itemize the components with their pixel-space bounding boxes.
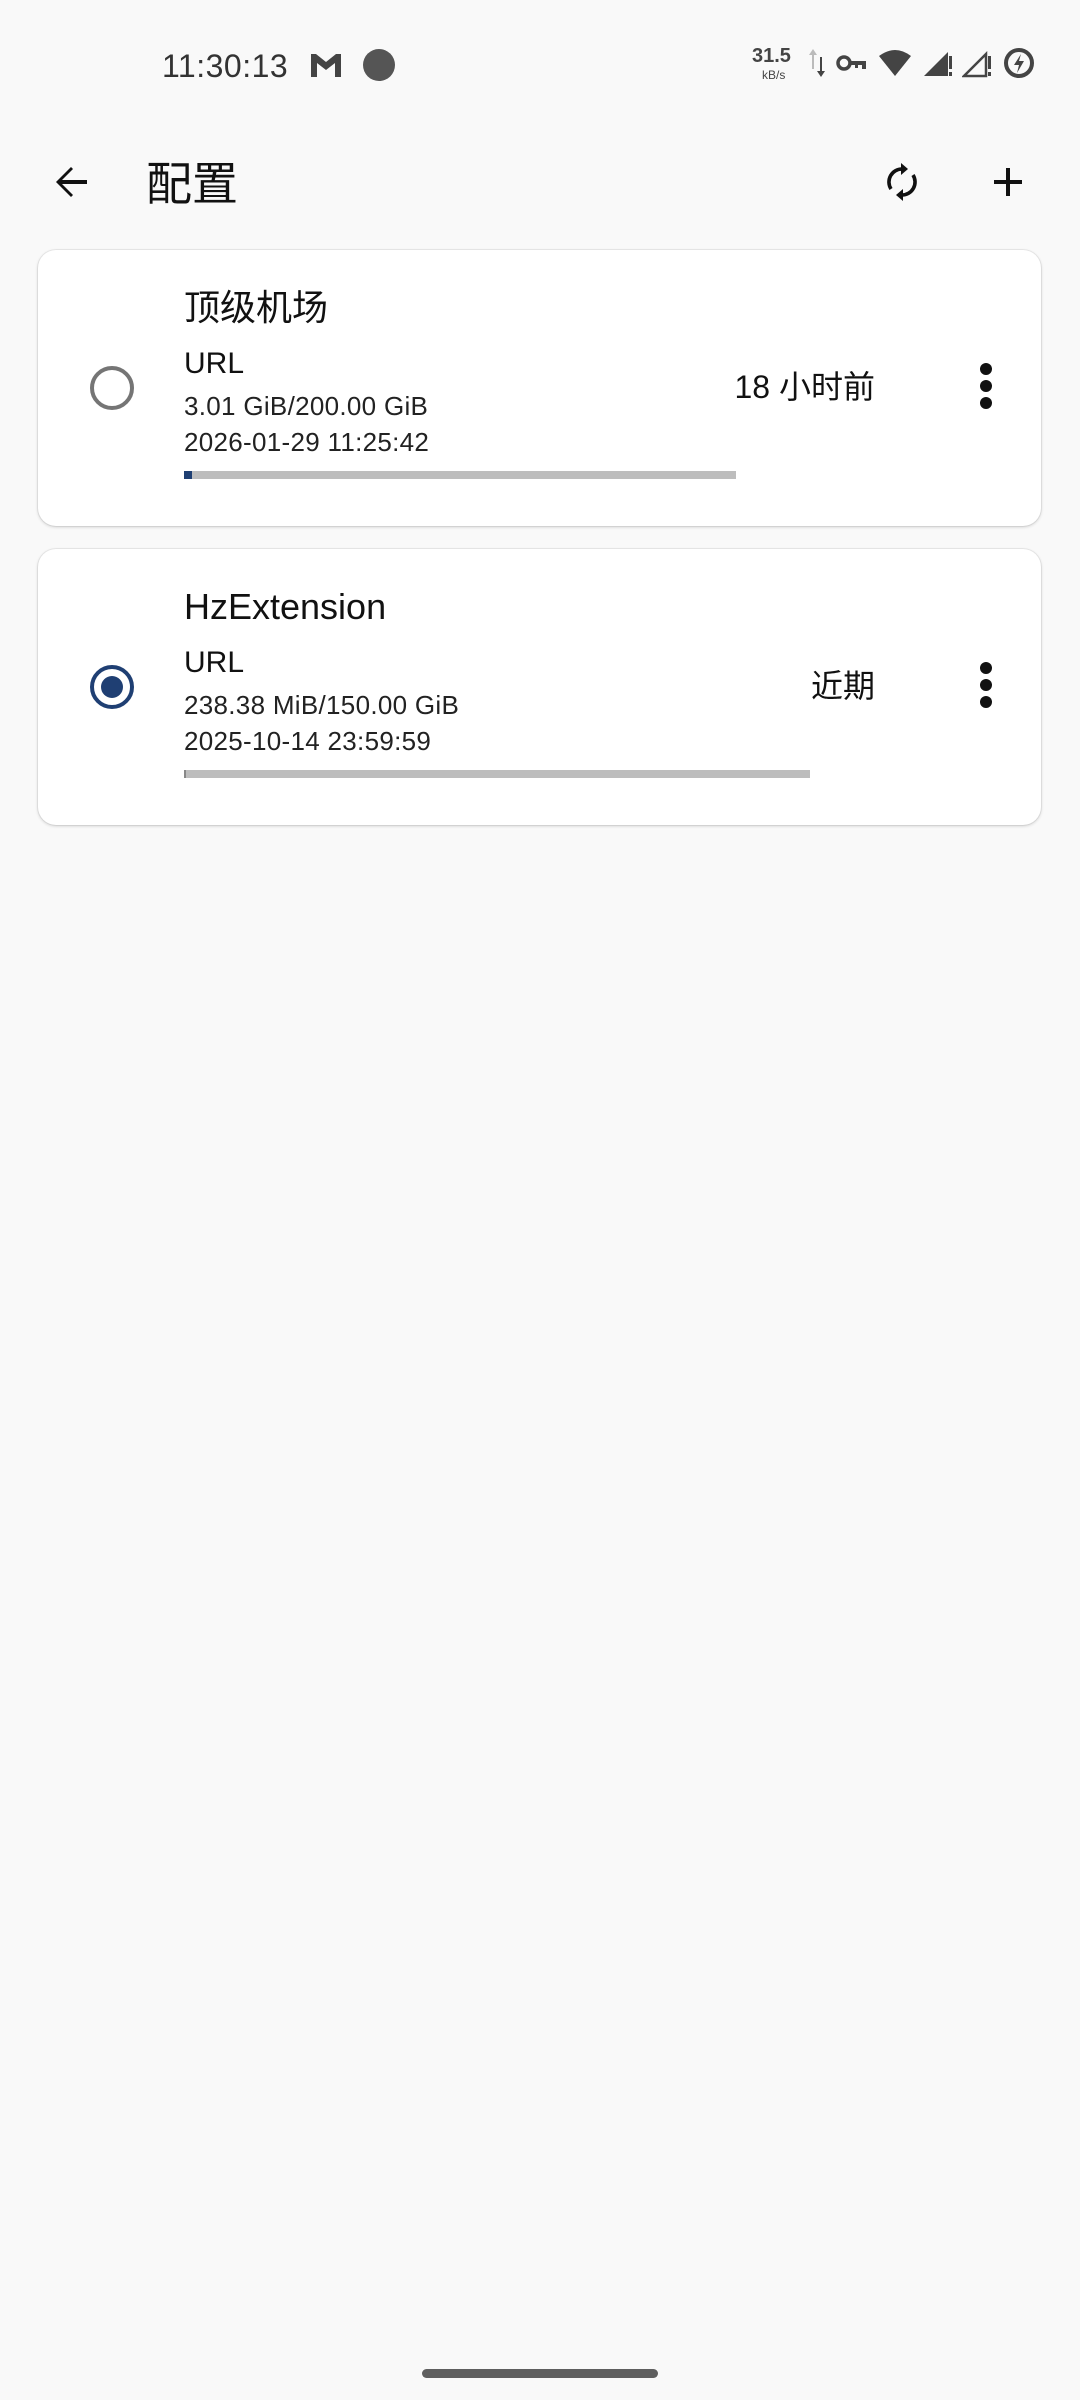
profile-name: HzExtension	[184, 586, 387, 627]
battery-saver-icon	[1002, 46, 1036, 85]
refresh-icon	[883, 162, 921, 206]
gesture-navigation-bar[interactable]	[422, 2369, 658, 2378]
page-title: 配置	[146, 158, 238, 210]
back-arrow-icon	[54, 164, 90, 205]
profile-more-button[interactable]	[958, 358, 1014, 418]
net-speed: 31.5 kB/s	[752, 44, 798, 86]
profile-more-button[interactable]	[958, 657, 1014, 717]
profile-expire: 2026-01-29 11:25:42	[184, 427, 430, 457]
net-speed-unit: kB/s	[762, 68, 786, 82]
signal-no-data-icon	[960, 48, 992, 83]
status-notification-icons	[308, 48, 396, 87]
record-dot-icon	[362, 48, 396, 87]
data-arrows-icon	[808, 45, 826, 86]
profile-usage: 3.01 GiB/200.00 GiB	[184, 391, 429, 421]
usage-progress-fill	[184, 770, 186, 778]
profile-card[interactable]: HzExtension URL 238.38 MiB/150.00 GiB 20…	[38, 549, 1041, 825]
profile-updated: 近期	[810, 668, 875, 704]
signal-icon	[922, 48, 952, 83]
gmail-icon	[308, 50, 344, 85]
back-button[interactable]	[40, 152, 104, 216]
profile-name: 顶级机场	[184, 287, 329, 328]
profile-updated: 18 小时前	[734, 369, 876, 405]
add-icon	[992, 166, 1024, 203]
status-system-icons: 31.5 kB/s	[752, 44, 1036, 86]
usage-progress-fill	[184, 471, 192, 479]
add-profile-button[interactable]	[976, 152, 1040, 216]
screen: 11:30:13 31.5 kB/s 配置 顶级机场 URL 3.01 GiB/…	[0, 0, 1080, 2400]
vpn-key-icon	[836, 52, 868, 79]
app-bar: 配置	[0, 130, 1080, 230]
refresh-button[interactable]	[870, 152, 934, 216]
net-speed-value: 31.5	[752, 45, 791, 67]
wifi-icon	[878, 48, 912, 83]
profile-type: URL	[184, 646, 245, 679]
profile-radio[interactable]	[90, 366, 134, 410]
more-vert-icon	[979, 661, 993, 713]
profile-card[interactable]: 顶级机场 URL 3.01 GiB/200.00 GiB 2026-01-29 …	[38, 250, 1041, 526]
usage-progress-bar	[184, 471, 736, 479]
profile-usage: 238.38 MiB/150.00 GiB	[184, 690, 460, 720]
more-vert-icon	[979, 362, 993, 414]
profile-radio[interactable]	[90, 665, 134, 709]
profile-type: URL	[184, 347, 245, 380]
status-time: 11:30:13	[162, 48, 289, 84]
usage-progress-bar	[184, 770, 810, 778]
profile-expire: 2025-10-14 23:59:59	[184, 726, 432, 756]
status-bar: 11:30:13 31.5 kB/s	[0, 0, 1080, 130]
